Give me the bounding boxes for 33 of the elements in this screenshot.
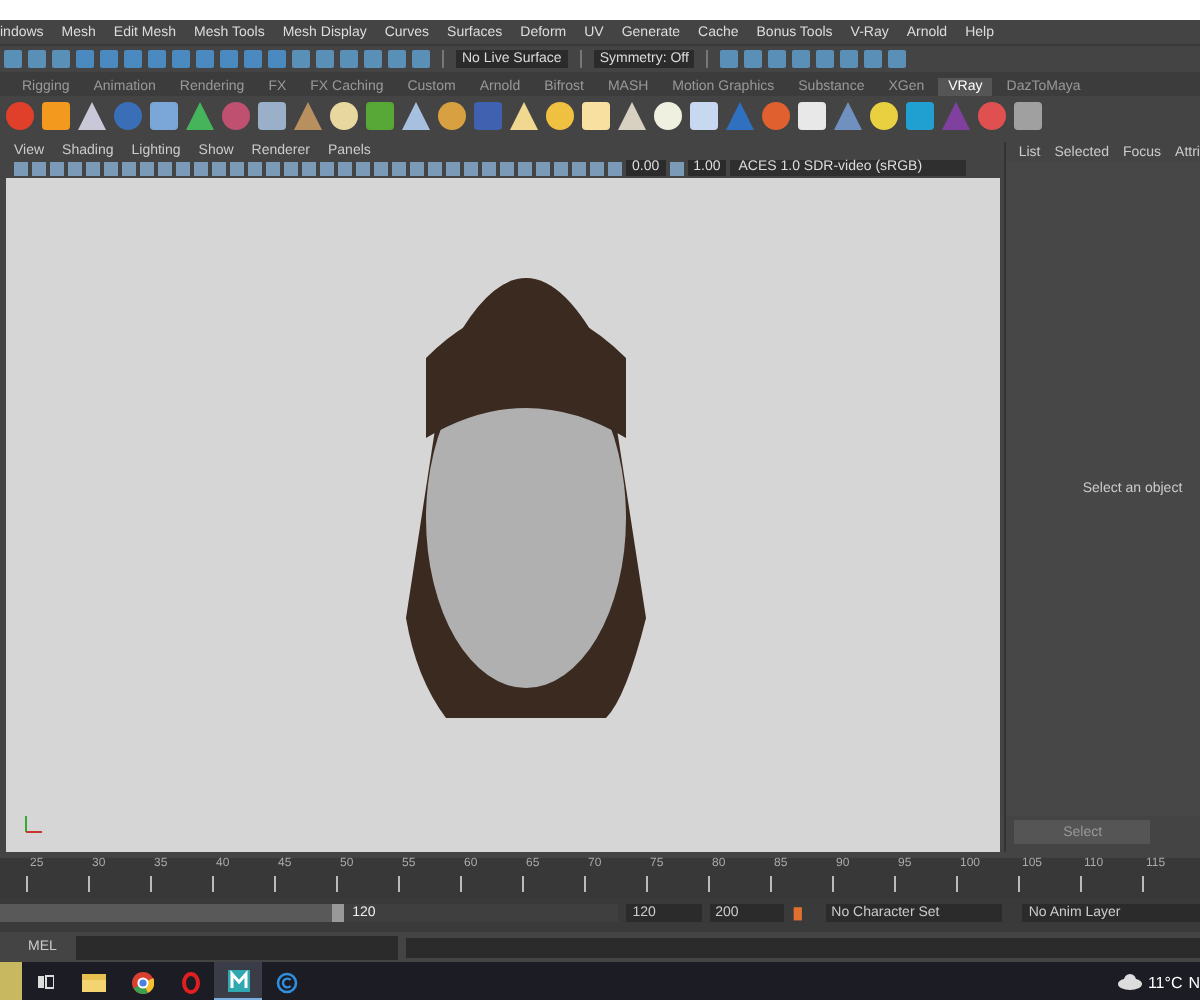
shelf-tool-icon[interactable] bbox=[688, 100, 720, 132]
opera-icon bbox=[181, 971, 199, 993]
command-input[interactable] bbox=[76, 935, 398, 959]
shelf-tool-icon[interactable] bbox=[616, 100, 648, 132]
browser-icon bbox=[131, 971, 153, 993]
shelf-tool-icon[interactable] bbox=[400, 100, 432, 132]
shelf-tool-icon[interactable] bbox=[148, 100, 180, 132]
shelf-tool-icon[interactable] bbox=[508, 100, 540, 132]
shelf-tool-icon[interactable] bbox=[652, 100, 684, 132]
shelf-tool-icon[interactable] bbox=[76, 100, 108, 132]
taskbar-app-button[interactable] bbox=[214, 962, 262, 1000]
axis-indicator-icon bbox=[22, 812, 46, 836]
shelf-tool-icon[interactable] bbox=[544, 100, 576, 132]
shelf-tool-icon[interactable] bbox=[328, 100, 360, 132]
shelf-tool-icon[interactable] bbox=[40, 100, 72, 132]
shelf-tool-icon[interactable] bbox=[256, 100, 288, 132]
shelf-tool-icon[interactable] bbox=[1012, 100, 1044, 132]
maya-icon bbox=[227, 969, 249, 991]
shelf-tool-icon[interactable] bbox=[184, 100, 216, 132]
task-view-icon bbox=[38, 974, 54, 990]
start-thumbnail[interactable] bbox=[0, 962, 22, 1000]
auto-key-icon[interactable] bbox=[792, 904, 806, 922]
gamma-icon[interactable] bbox=[669, 161, 684, 175]
folder-icon bbox=[82, 972, 106, 992]
shelf-tool-icon[interactable] bbox=[436, 100, 468, 132]
weather-text: N bbox=[1188, 973, 1200, 991]
shelf-tool-icon[interactable] bbox=[580, 100, 612, 132]
cloud-icon bbox=[1117, 974, 1142, 990]
range-slider-fill[interactable] bbox=[0, 904, 347, 922]
c-circle-icon bbox=[275, 971, 297, 993]
shelf-tool-icon[interactable] bbox=[868, 100, 900, 132]
temperature-label: 11°C bbox=[1147, 973, 1183, 991]
shelf-tool-icon[interactable] bbox=[796, 100, 828, 132]
